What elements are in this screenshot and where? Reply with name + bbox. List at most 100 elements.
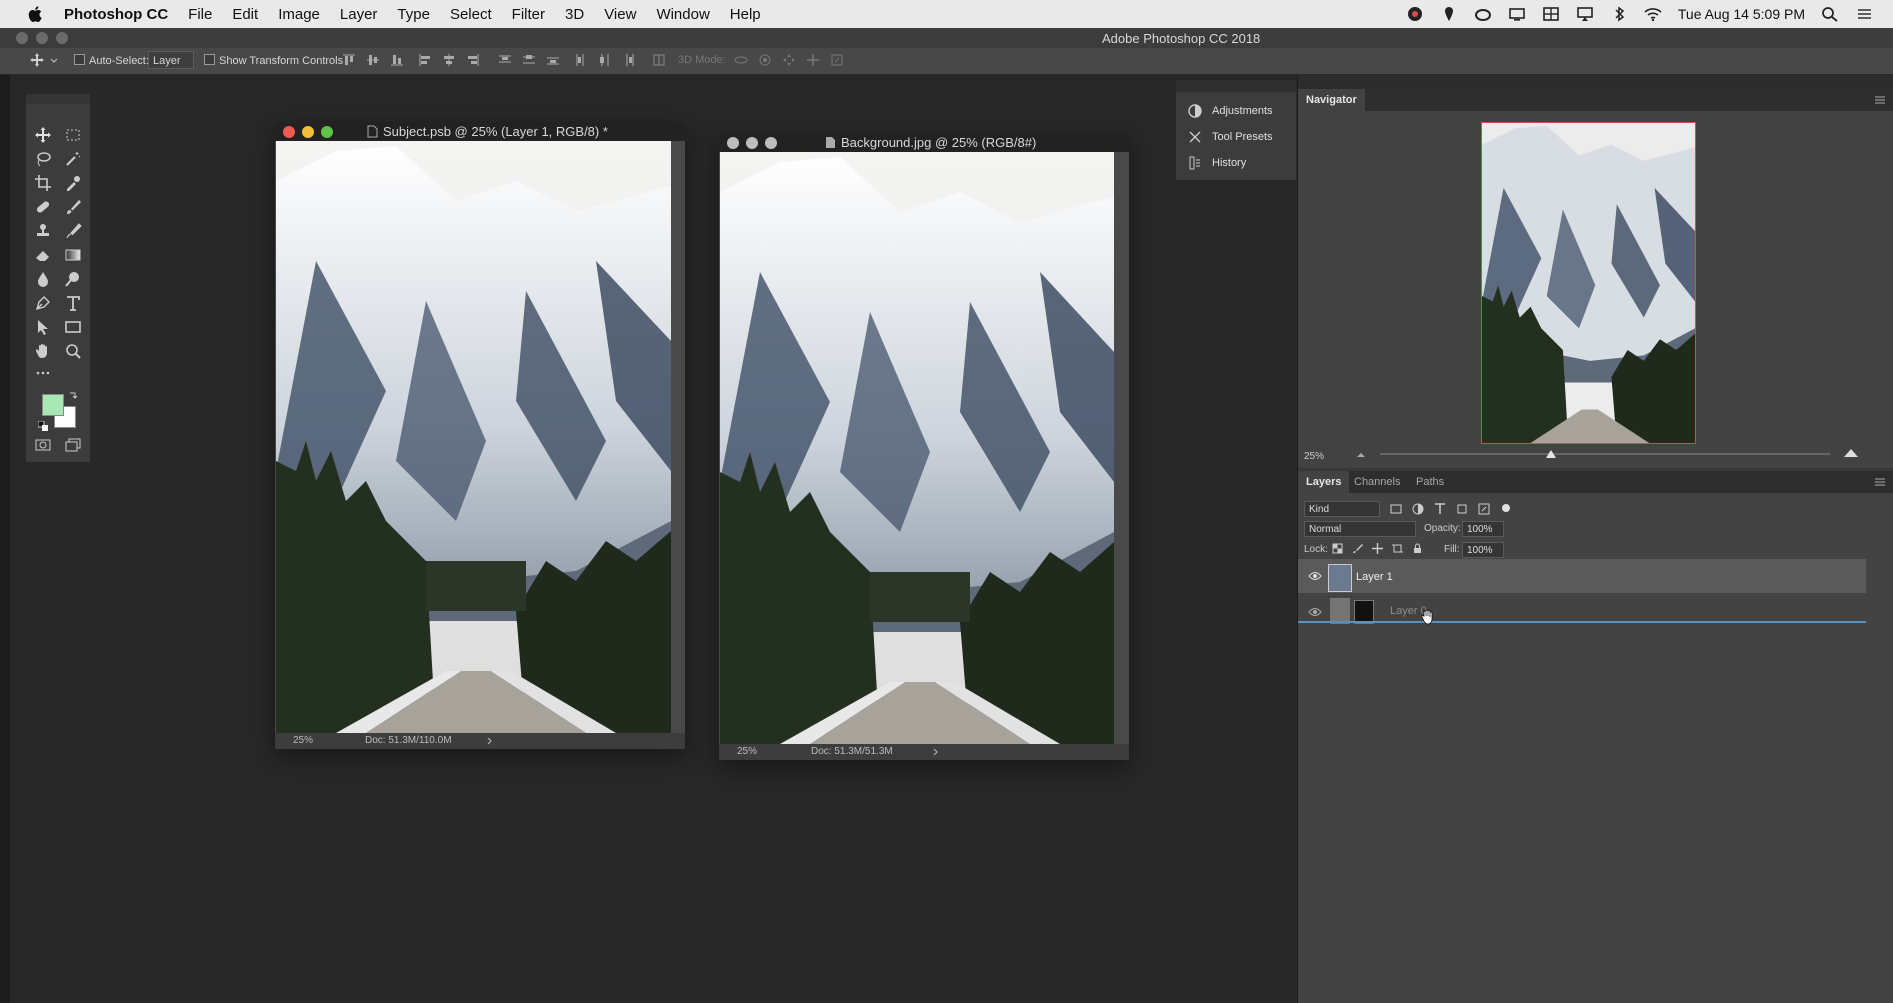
panel-menu-icon[interactable]	[1875, 95, 1885, 105]
document-zoom-level[interactable]: 25%	[293, 735, 313, 746]
distribute-right-icon[interactable]	[622, 53, 636, 67]
document-window-background[interactable]: Background.jpg @ 25% (RGB/8#) 25% Doc: 5…	[719, 133, 1129, 760]
notification-center-icon[interactable]	[1855, 6, 1873, 22]
healing-brush-tool-icon[interactable]	[34, 198, 52, 216]
3d-pan-icon[interactable]	[782, 53, 796, 67]
airplay-icon[interactable]	[1576, 6, 1594, 22]
layer-row-layer-1[interactable]: Layer 1	[1298, 559, 1866, 593]
auto-select-option[interactable]: Auto-Select:	[74, 54, 149, 67]
tab-paths[interactable]: Paths	[1408, 471, 1452, 493]
chevron-right-icon[interactable]	[487, 737, 493, 745]
menu-type[interactable]: Type	[397, 6, 430, 23]
spotlight-search-icon[interactable]	[1821, 6, 1839, 22]
tools-panel-header[interactable]	[26, 94, 90, 104]
more-tools-icon[interactable]	[34, 364, 52, 382]
3d-rotate-icon[interactable]	[734, 53, 748, 67]
menu-select[interactable]: Select	[450, 6, 492, 23]
opacity-field[interactable]: 100%	[1462, 521, 1504, 537]
filter-smart-object-icon[interactable]	[1478, 503, 1490, 515]
menu-layer[interactable]: Layer	[340, 6, 378, 23]
display-icon[interactable]	[1508, 6, 1526, 22]
filter-adjustment-icon[interactable]	[1412, 503, 1424, 515]
zoom-window-button[interactable]	[56, 32, 68, 44]
foreground-color-swatch[interactable]	[42, 394, 64, 416]
history-brush-tool-icon[interactable]	[64, 222, 82, 240]
menu-image[interactable]: Image	[278, 6, 320, 23]
path-selection-tool-icon[interactable]	[34, 318, 52, 336]
chevron-down-icon[interactable]	[50, 53, 58, 67]
lock-position-icon[interactable]	[1372, 543, 1383, 554]
adjustments-panel-button[interactable]: Adjustments	[1188, 104, 1273, 118]
auto-align-icon[interactable]	[652, 53, 666, 67]
marquee-tool-icon[interactable]	[64, 126, 82, 144]
3d-scale-icon[interactable]	[830, 53, 844, 67]
wifi-icon[interactable]	[1644, 6, 1662, 22]
move-tool-icon[interactable]	[30, 53, 44, 67]
navigator-zoom-slider[interactable]	[1380, 453, 1830, 455]
hand-tool-icon[interactable]	[34, 342, 52, 360]
navigator-preview[interactable]	[1481, 122, 1696, 444]
menu-filter[interactable]: Filter	[512, 6, 545, 23]
eyedropper-tool-icon[interactable]	[64, 174, 82, 192]
document-size-info[interactable]: Doc: 51.3M/51.3M	[811, 746, 893, 757]
grid-icon[interactable]	[1542, 6, 1560, 22]
document-title-bar[interactable]: Subject.psb @ 25% (Layer 1, RGB/8) *	[275, 122, 685, 141]
3d-slide-icon[interactable]	[806, 53, 820, 67]
bluetooth-icon[interactable]	[1610, 6, 1628, 22]
filter-toggle-button[interactable]	[1502, 504, 1510, 512]
lasso-tool-icon[interactable]	[34, 150, 52, 168]
close-document-button[interactable]	[727, 137, 739, 149]
zoom-out-icon[interactable]	[1356, 450, 1366, 458]
magic-wand-tool-icon[interactable]	[64, 150, 82, 168]
menu-3d[interactable]: 3D	[565, 6, 584, 23]
clone-stamp-tool-icon[interactable]	[34, 222, 52, 240]
screen-mode-icon[interactable]	[64, 436, 82, 454]
auto-select-dropdown[interactable]: Layer	[148, 51, 194, 69]
visibility-eye-icon[interactable]	[1308, 571, 1322, 581]
menu-file[interactable]: File	[188, 6, 212, 23]
align-left-icon[interactable]	[418, 53, 432, 67]
clock[interactable]: Tue Aug 14 5:09 PM	[1678, 6, 1805, 22]
crop-tool-icon[interactable]	[34, 174, 52, 192]
swap-colors-icon[interactable]	[68, 388, 78, 399]
document-size-info[interactable]: Doc: 51.3M/110.0M	[365, 735, 452, 746]
gradient-tool-icon[interactable]	[64, 246, 82, 264]
minimize-document-button[interactable]	[746, 137, 758, 149]
status-app-icon[interactable]	[1406, 6, 1424, 22]
distribute-bottom-icon[interactable]	[546, 53, 560, 67]
distribute-center-icon[interactable]	[522, 53, 536, 67]
brush-tool-icon[interactable]	[64, 198, 82, 216]
pen-tool-icon[interactable]	[34, 294, 52, 312]
lock-artboard-icon[interactable]	[1392, 543, 1403, 554]
filter-shape-icon[interactable]	[1456, 503, 1468, 515]
eraser-tool-icon[interactable]	[34, 246, 52, 264]
type-tool-icon[interactable]	[64, 294, 82, 312]
lock-image-icon[interactable]	[1352, 543, 1363, 554]
dock-header[interactable]	[1298, 75, 1893, 89]
menu-window[interactable]: Window	[656, 6, 709, 23]
show-transform-checkbox[interactable]	[204, 54, 215, 65]
3d-roll-icon[interactable]	[758, 53, 772, 67]
distribute-left-icon[interactable]	[574, 53, 588, 67]
visibility-eye-icon[interactable]	[1308, 607, 1322, 617]
lock-all-icon[interactable]	[1412, 543, 1423, 554]
document-zoom-level[interactable]: 25%	[737, 746, 757, 757]
panel-menu-icon[interactable]	[1875, 477, 1885, 487]
show-transform-option[interactable]: Show Transform Controls	[204, 54, 343, 67]
document-title-bar[interactable]: Background.jpg @ 25% (RGB/8#)	[719, 133, 1129, 152]
menu-view[interactable]: View	[604, 6, 636, 23]
layer-name[interactable]: Layer 1	[1356, 571, 1393, 583]
creative-cloud-icon[interactable]	[1474, 6, 1492, 22]
pin-icon[interactable]	[1440, 6, 1458, 22]
align-right-icon[interactable]	[466, 53, 480, 67]
document-window-subject[interactable]: Subject.psb @ 25% (Layer 1, RGB/8) * 25%…	[275, 122, 685, 749]
collapsed-dock-header[interactable]	[1176, 80, 1296, 92]
lock-transparent-icon[interactable]	[1332, 543, 1343, 554]
zoom-document-button[interactable]	[321, 126, 333, 138]
auto-select-checkbox[interactable]	[74, 54, 85, 65]
zoom-tool-icon[interactable]	[64, 342, 82, 360]
distribute-top-icon[interactable]	[498, 53, 512, 67]
tab-channels[interactable]: Channels	[1346, 471, 1408, 493]
chevron-right-icon[interactable]	[933, 748, 939, 756]
filter-type-icon[interactable]	[1434, 503, 1446, 515]
